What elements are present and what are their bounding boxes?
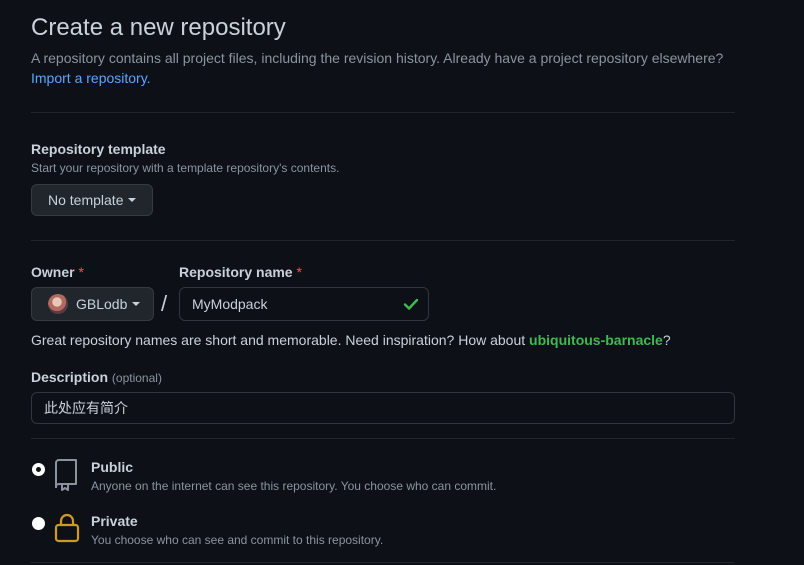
owner-label: Owner * — [31, 264, 84, 280]
chevron-down-icon — [128, 198, 137, 202]
avatar — [48, 294, 68, 314]
template-label: Repository template — [31, 141, 166, 157]
optional-note: (optional) — [111, 371, 162, 385]
divider — [31, 438, 735, 439]
public-radio[interactable] — [32, 463, 45, 476]
divider — [31, 240, 735, 241]
template-note: Start your repository with a template re… — [31, 161, 340, 175]
public-option-title: Public — [91, 459, 134, 475]
owner-value: GBLodb — [76, 296, 128, 312]
owner-select-button[interactable]: GBLodb — [31, 287, 154, 321]
repo-name-hint: Great repository names are short and mem… — [31, 332, 671, 348]
required-mark: * — [78, 264, 84, 280]
import-repository-link[interactable]: Import a repository. — [31, 70, 151, 86]
private-option-description: You choose who can see and commit to thi… — [91, 533, 384, 547]
check-icon — [403, 298, 419, 310]
private-option-title: Private — [91, 513, 138, 529]
private-radio[interactable] — [32, 517, 45, 530]
create-repository-page: Create a new repository A repository con… — [0, 0, 804, 565]
public-option-description: Anyone on the internet can see this repo… — [91, 479, 497, 493]
divider — [31, 562, 735, 563]
page-subtitle: A repository contains all project files,… — [31, 50, 724, 66]
repo-name-input[interactable] — [179, 287, 429, 321]
template-select-label: No template — [48, 192, 124, 208]
repo-name-label: Repository name * — [179, 264, 302, 280]
suggested-name-link[interactable]: ubiquitous-barnacle — [529, 332, 663, 348]
page-title: Create a new repository — [31, 14, 286, 41]
template-select-button[interactable]: No template — [31, 184, 153, 216]
divider — [31, 112, 735, 113]
chevron-down-icon — [132, 302, 141, 306]
lock-icon — [54, 513, 80, 543]
repo-icon — [55, 459, 77, 491]
description-label: Description (optional) — [31, 369, 162, 385]
owner-repo-separator: / — [161, 291, 168, 316]
description-input[interactable] — [31, 392, 735, 424]
required-mark: * — [296, 264, 302, 280]
